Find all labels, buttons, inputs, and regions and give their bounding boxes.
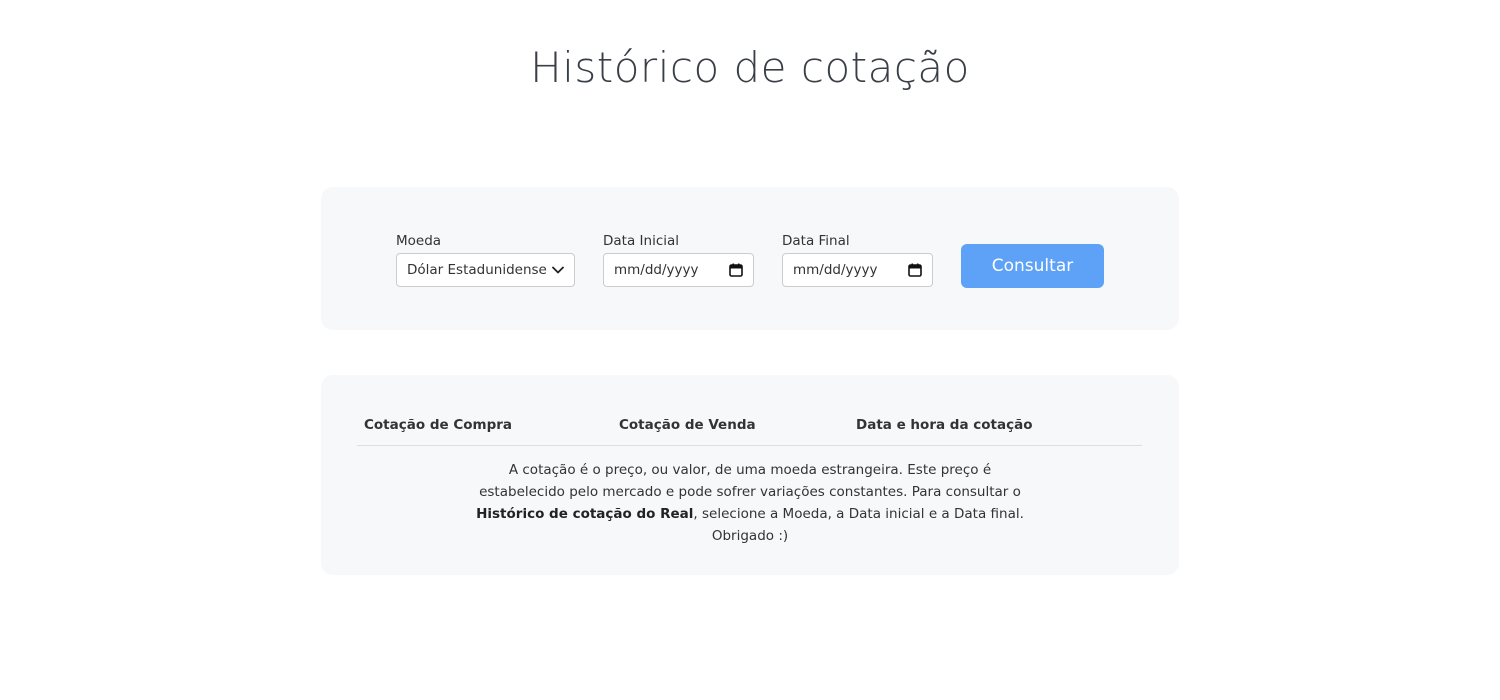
data-final-field: Data Final mm/dd/yyyy <box>782 233 933 287</box>
info-text-bold: Histórico de cotação do Real <box>476 506 694 522</box>
data-inicial-input[interactable]: mm/dd/yyyy <box>603 253 754 287</box>
info-text-before: A cotação é o preço, ou valor, de uma mo… <box>479 462 1021 500</box>
moeda-selected-value: Dólar Estadunidense <box>407 262 547 278</box>
table-header: Cotação de Compra Cotação de Venda Data … <box>357 417 1142 446</box>
data-inicial-field: Data Inicial mm/dd/yyyy <box>603 233 754 287</box>
consultar-button[interactable]: Consultar <box>961 244 1104 288</box>
info-text-after: , selecione a Moeda, a Data inicial e a … <box>693 506 1024 544</box>
column-header-data-hora[interactable]: Data e hora da cotação <box>856 417 1033 433</box>
moeda-select[interactable]: Dólar Estadunidense <box>396 253 575 287</box>
page: Histórico de cotação Moeda Dólar Estadun… <box>0 0 1500 700</box>
column-header-compra[interactable]: Cotação de Compra <box>364 417 512 433</box>
data-final-placeholder: mm/dd/yyyy <box>793 262 878 278</box>
info-message: A cotação é o preço, ou valor, de uma mo… <box>471 459 1029 547</box>
data-final-input[interactable]: mm/dd/yyyy <box>782 253 933 287</box>
data-inicial-label: Data Inicial <box>603 233 680 249</box>
page-title: Histórico de cotação <box>530 43 970 92</box>
moeda-label: Moeda <box>396 233 442 249</box>
data-final-label: Data Final <box>782 233 850 249</box>
chevron-down-icon <box>552 266 564 274</box>
calendar-icon[interactable] <box>729 263 743 277</box>
column-header-venda[interactable]: Cotação de Venda <box>619 417 756 433</box>
results-card: Cotação de Compra Cotação de Venda Data … <box>321 375 1179 575</box>
data-inicial-placeholder: mm/dd/yyyy <box>614 262 699 278</box>
calendar-icon[interactable] <box>908 263 922 277</box>
filter-card: Moeda Dólar Estadunidense Data Inicial m… <box>321 187 1179 330</box>
moeda-field: Moeda Dólar Estadunidense <box>396 233 575 287</box>
